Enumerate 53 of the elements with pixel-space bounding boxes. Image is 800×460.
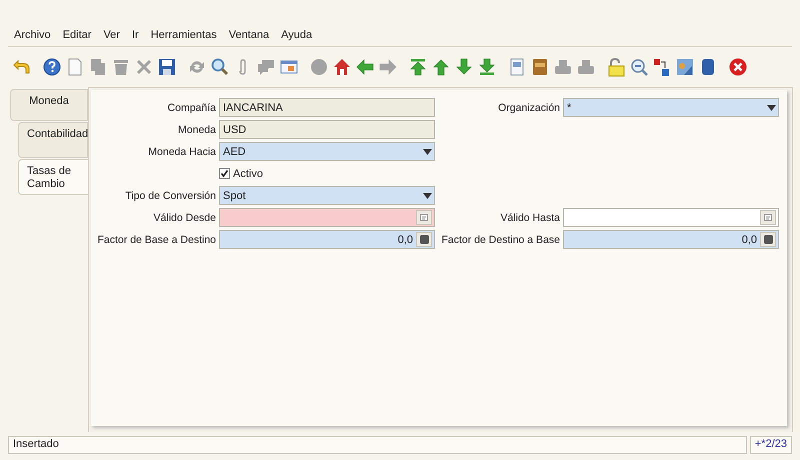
dropdown-caret-icon[interactable] <box>422 148 432 154</box>
record-counter: +*2/23 <box>750 436 792 454</box>
dropdown-field[interactable]: AED <box>219 142 435 161</box>
field-label: Válido Hasta <box>500 212 561 224</box>
menu-item[interactable]: Ir <box>126 29 145 41</box>
tab[interactable]: Contabilidad <box>18 122 88 158</box>
text-field[interactable]: IANCARINA <box>219 98 435 117</box>
dropdown-caret-icon[interactable] <box>766 104 776 110</box>
menu-item[interactable]: Ver <box>97 29 126 41</box>
drawer-icon[interactable] <box>530 57 550 77</box>
dropdown-field[interactable]: Spot <box>219 186 435 205</box>
field-label: Factor de Destino a Base <box>442 234 561 246</box>
tab[interactable]: Tasas de Cambio <box>18 159 88 195</box>
close-icon[interactable] <box>728 57 748 77</box>
save-icon[interactable] <box>157 57 177 77</box>
status-message: Insertado <box>8 436 747 454</box>
tab[interactable]: Moneda <box>10 89 88 121</box>
field-label: Moneda Hacia <box>148 146 217 158</box>
up-arrow-icon[interactable] <box>431 57 451 77</box>
calendar-icon[interactable] <box>764 214 772 221</box>
number-field[interactable]: 0,0 <box>219 230 435 249</box>
help-icon[interactable] <box>42 57 62 77</box>
menu-item[interactable]: Ventana <box>222 29 276 41</box>
field-label: Moneda <box>178 124 217 136</box>
image-icon[interactable] <box>675 57 695 77</box>
date-field[interactable] <box>219 208 435 227</box>
top-arrow-icon[interactable] <box>408 57 428 77</box>
dropdown-field[interactable]: * <box>563 98 779 117</box>
field-label: Válido Desde <box>154 212 217 224</box>
field-label: Factor de Base a Destino <box>98 234 217 246</box>
date-field[interactable] <box>563 208 779 227</box>
dropdown-caret-icon[interactable] <box>422 192 432 198</box>
search-icon[interactable] <box>210 57 230 77</box>
flow-icon[interactable] <box>652 57 672 77</box>
checkbox-label: Activo <box>233 168 263 180</box>
menu-item[interactable]: Editar <box>56 29 98 41</box>
left-arrow-icon[interactable] <box>355 57 375 77</box>
menu-item[interactable]: Archivo <box>8 29 57 41</box>
number-field[interactable]: 0,0 <box>563 230 779 249</box>
menu-item[interactable]: Ayuda <box>275 29 318 41</box>
calendar-icon[interactable] <box>420 214 428 221</box>
field-label: Organización <box>498 102 561 114</box>
text-field[interactable]: USD <box>219 120 435 139</box>
field-label: Tipo de Conversión <box>125 190 217 202</box>
calculator-icon[interactable] <box>420 235 428 244</box>
bottom-arrow-icon[interactable] <box>477 57 497 77</box>
field-label: Compañía <box>168 102 217 114</box>
padlock-icon[interactable] <box>606 57 626 77</box>
home-icon[interactable] <box>332 57 352 77</box>
menu-item[interactable]: Herramientas <box>144 29 223 41</box>
calculator-icon[interactable] <box>764 235 772 244</box>
down-arrow-icon[interactable] <box>454 57 474 77</box>
checkbox[interactable] <box>219 168 230 179</box>
